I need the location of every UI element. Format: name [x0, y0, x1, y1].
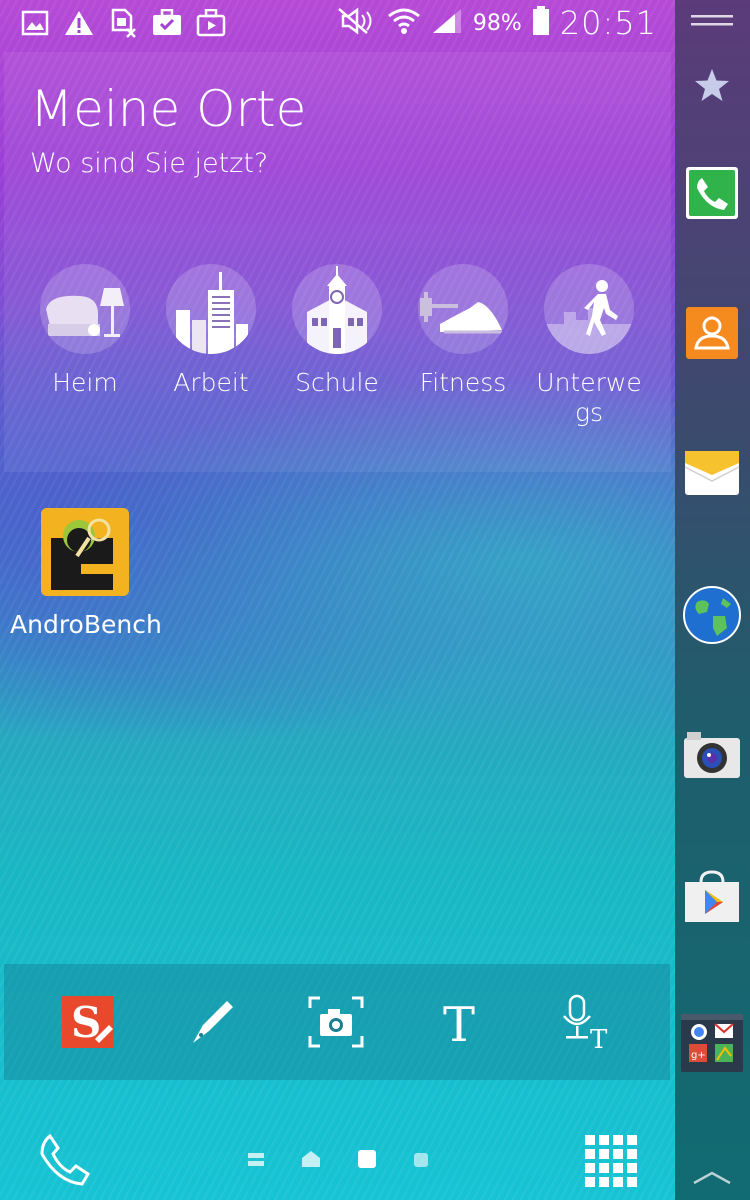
place-label: Heim — [52, 368, 118, 397]
place-on-the-move[interactable]: Unterwegs — [524, 264, 654, 428]
fitness-place-icon — [418, 264, 508, 354]
status-bar: 98% 20:51 — [0, 0, 675, 48]
androbench-app-icon — [41, 508, 129, 596]
place-work[interactable]: Arbeit — [146, 264, 276, 398]
expand-up-icon[interactable] — [683, 1160, 741, 1194]
place-home[interactable]: Heim — [20, 264, 150, 398]
place-fitness[interactable]: Fitness — [398, 264, 528, 398]
screen-capture-icon[interactable] — [308, 994, 364, 1050]
mute-icon — [337, 7, 377, 39]
place-label: Schule — [295, 368, 379, 397]
svg-text:T: T — [590, 1025, 608, 1050]
internet-app-icon[interactable] — [683, 586, 741, 644]
place-label: Arbeit — [173, 368, 249, 397]
play-store-app-icon[interactable] — [683, 868, 741, 926]
current-page-dot[interactable] — [358, 1150, 376, 1172]
phone-app-icon[interactable] — [683, 164, 741, 222]
briefcase-play-icon — [196, 8, 226, 38]
place-school[interactable]: Schule — [272, 264, 402, 398]
places-subtitle: Wo sind Sie jetzt? — [30, 148, 269, 179]
gallery-icon — [20, 8, 50, 38]
home-place-icon — [40, 264, 130, 354]
briefing-page-icon[interactable] — [248, 1152, 264, 1171]
favorites-star-icon[interactable] — [683, 56, 741, 114]
clock: 20:51 — [559, 4, 657, 42]
battery-percent: 98% — [472, 10, 522, 36]
apps-grid-icon[interactable] — [585, 1135, 637, 1187]
work-place-icon — [166, 264, 256, 354]
home-page-icon[interactable] — [302, 1151, 320, 1171]
pen-icon[interactable] — [184, 994, 240, 1050]
app-label: AndroBench — [10, 610, 162, 639]
places-title: Meine Orte — [30, 80, 307, 138]
briefcase-check-icon — [152, 8, 182, 38]
svg-text:T: T — [443, 997, 475, 1047]
signal-icon — [431, 7, 463, 39]
wifi-icon — [387, 6, 421, 40]
google-folder-icon[interactable]: g+ — [679, 1010, 745, 1076]
battery-icon — [532, 6, 550, 40]
place-label: Unterwegs — [536, 368, 642, 427]
app-shortcut[interactable]: AndroBench — [10, 508, 162, 639]
places-widget[interactable]: Meine Orte Wo sind Sie jetzt? Heim Arbei… — [4, 52, 671, 472]
text-icon[interactable]: T — [434, 994, 490, 1050]
s-note-icon[interactable]: S — [60, 994, 116, 1050]
pen-tools-bar: S T T — [4, 964, 670, 1080]
edge-panel: g+ — [675, 0, 750, 1200]
svg-text:g+: g+ — [691, 1050, 706, 1061]
phone-icon[interactable] — [38, 1133, 91, 1186]
warning-icon — [64, 8, 94, 38]
contacts-app-icon[interactable] — [683, 304, 741, 362]
camera-app-icon[interactable] — [683, 726, 741, 784]
page-dot[interactable] — [414, 1152, 428, 1171]
page-indicator[interactable] — [248, 1150, 428, 1172]
school-place-icon — [292, 264, 382, 354]
sim-error-icon — [108, 8, 138, 38]
on-the-move-place-icon — [544, 264, 634, 354]
place-label: Fitness — [419, 368, 507, 397]
menu-handle-icon[interactable] — [683, 0, 741, 40]
messages-app-icon[interactable] — [683, 444, 741, 502]
voice-text-icon[interactable]: T — [560, 994, 616, 1050]
